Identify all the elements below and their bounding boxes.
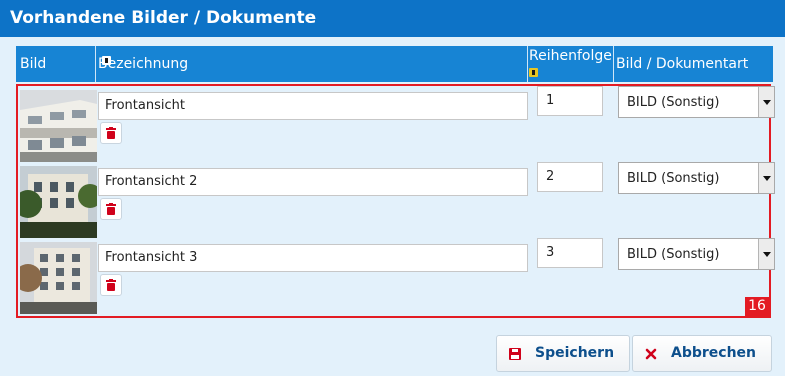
- table-row: Frontansicht 1 BILD (Sonstig): [18, 86, 775, 162]
- bezeichnung-input[interactable]: Frontansicht 3: [98, 244, 528, 272]
- bezeichnung-input[interactable]: Frontansicht 2: [98, 168, 528, 196]
- table-header: Bild Bezeichnung Reihenfolge Bild / Doku…: [16, 46, 773, 82]
- column-header-bild: Bild: [16, 46, 96, 82]
- thumbnail-image[interactable]: [20, 242, 97, 314]
- chevron-down-icon: [758, 163, 774, 193]
- bildart-select[interactable]: BILD (Sonstig): [618, 162, 775, 194]
- panel-title: Vorhandene Bilder / Dokumente: [0, 0, 785, 37]
- table-row: Frontansicht 3 3 BILD (Sonstig): [18, 238, 775, 314]
- close-icon: [645, 348, 657, 360]
- bildart-select[interactable]: BILD (Sonstig): [618, 238, 775, 270]
- trash-icon: [106, 127, 116, 139]
- floppy-disk-icon: [509, 348, 521, 360]
- delete-button[interactable]: [100, 198, 122, 220]
- chevron-down-icon: [758, 239, 774, 269]
- save-button[interactable]: Speichern: [496, 335, 630, 372]
- annotation-count-badge: 16: [745, 297, 769, 316]
- column-header-bildart: Bild / Dokumentart: [616, 56, 749, 72]
- delete-button[interactable]: [100, 274, 122, 296]
- image-list-highlight: Frontansicht 1 BILD (Sonstig) Frontansic…: [16, 84, 775, 318]
- help-icon[interactable]: [529, 68, 538, 77]
- help-icon[interactable]: [102, 56, 111, 65]
- bezeichnung-input[interactable]: Frontansicht: [98, 92, 528, 120]
- reihenfolge-input[interactable]: 2: [537, 162, 603, 192]
- reihenfolge-input[interactable]: 3: [537, 238, 603, 268]
- column-header-bezeichnung: Bezeichnung: [96, 46, 528, 82]
- trash-icon: [106, 279, 116, 291]
- reihenfolge-input[interactable]: 1: [537, 86, 603, 116]
- chevron-down-icon: [758, 87, 774, 117]
- thumbnail-image[interactable]: [20, 166, 97, 238]
- column-header-reihenfolge: Reihenfolge: [528, 46, 614, 82]
- trash-icon: [106, 203, 116, 215]
- bildart-select[interactable]: BILD (Sonstig): [618, 86, 775, 118]
- cancel-button[interactable]: Abbrechen: [632, 335, 772, 372]
- table-row: Frontansicht 2 2 BILD (Sonstig): [18, 162, 775, 238]
- delete-button[interactable]: [100, 122, 122, 144]
- thumbnail-image[interactable]: [20, 90, 97, 162]
